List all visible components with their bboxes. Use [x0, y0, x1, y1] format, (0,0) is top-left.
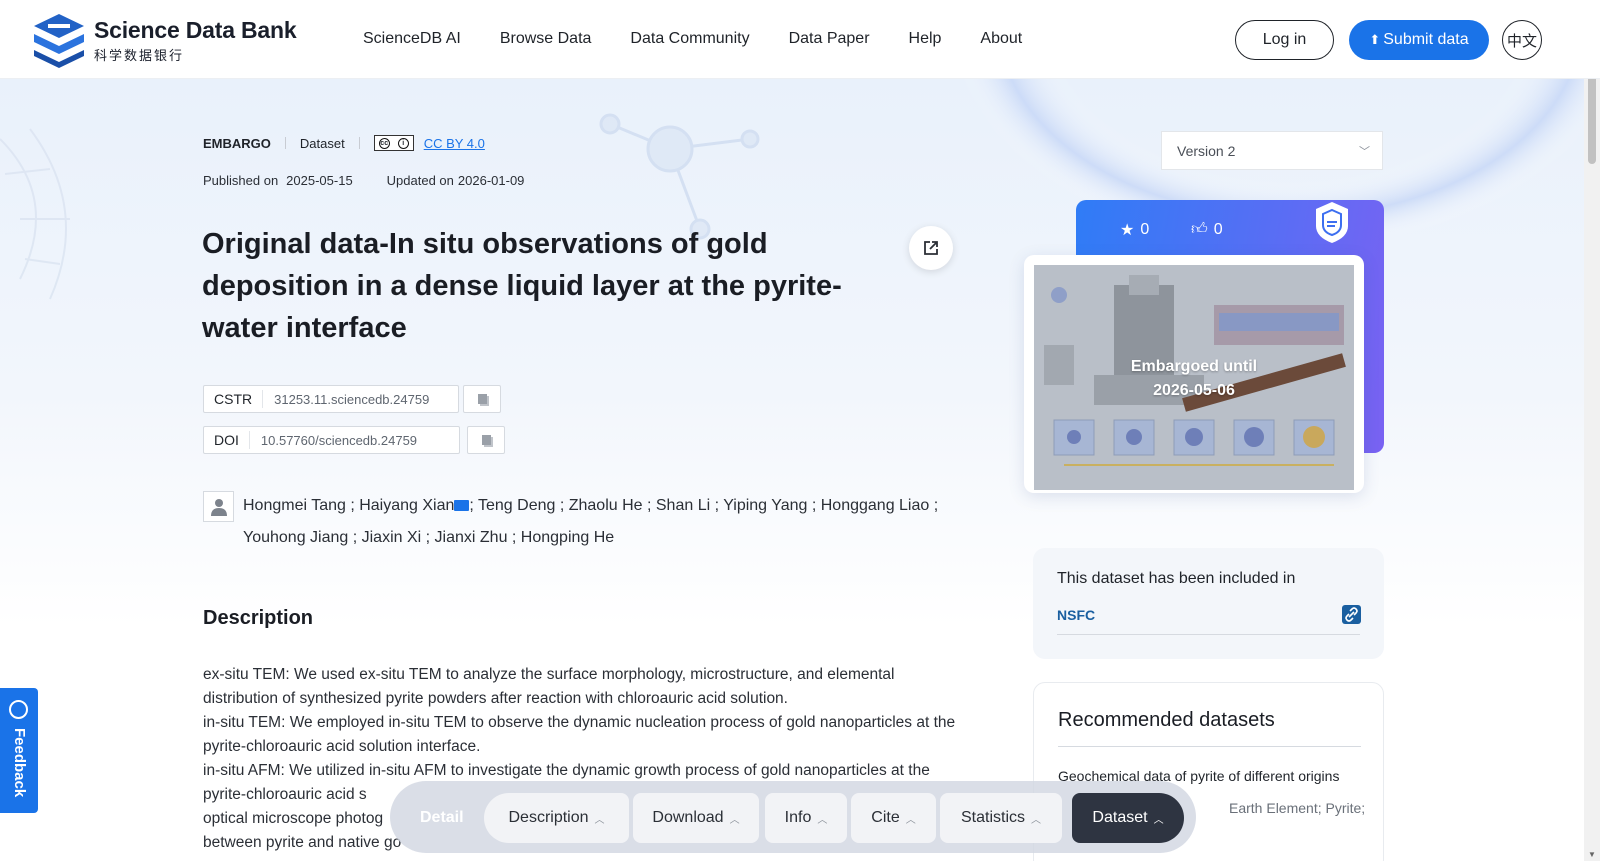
embargo-date: 2026-05-06: [1153, 382, 1235, 399]
chevron-up-icon: ︿: [729, 814, 740, 826]
submit-data-button[interactable]: ⬆ Submit data: [1349, 20, 1489, 60]
star-value: 0: [1140, 221, 1150, 238]
included-in-card: This dataset has been included in NSFC: [1033, 548, 1384, 659]
description-heading: Description: [203, 607, 314, 629]
tab-download[interactable]: Download ︿: [633, 793, 759, 843]
tab-label: Statistics: [960, 809, 1025, 826]
tab-statistics[interactable]: Statistics ︿: [940, 793, 1062, 843]
tab-label: Dataset: [1092, 809, 1148, 826]
published-date: 2025-05-15: [286, 173, 353, 188]
tab-cite[interactable]: Cite ︿: [851, 793, 936, 843]
dataset-type: Dataset: [299, 135, 345, 151]
submit-data-label: Submit data: [1383, 31, 1469, 48]
recommended-keywords: Earth Element; Pyrite;: [1229, 800, 1366, 816]
cstr-field: CSTR 31253.11.sciencedb.24759: [203, 385, 459, 413]
authors-text: Hongmei Tang ; Haiyang Xian; Teng Deng ;…: [243, 490, 963, 554]
nav-help[interactable]: Help: [909, 30, 942, 48]
section-nav-bar: Detail Description ︿ Download ︿ Info ︿ Cite…: [390, 781, 1196, 853]
site-logo[interactable]: Science Data Bank 科学数据银行: [30, 12, 297, 68]
authors-primary[interactable]: Hongmei Tang ; Haiyang Xian: [243, 497, 454, 514]
copy-cstr-button[interactable]: [463, 385, 501, 413]
published-label: Published on: [203, 173, 279, 188]
site-header: Science Data Bank 科学数据银行 ScienceDB AI Br…: [0, 0, 1600, 79]
star-count[interactable]: ★ 0: [1120, 220, 1149, 240]
embargo-label: Embargoed until: [1130, 358, 1258, 375]
thumbs-up-icon: 👍︎: [1191, 221, 1208, 238]
embargo-notice: Embargoed until 2026-05-06: [1034, 355, 1354, 403]
page-title: Original data-In situ observations of go…: [202, 228, 842, 344]
nav-data-paper[interactable]: Data Paper: [789, 30, 870, 48]
tab-description[interactable]: Description ︿: [484, 793, 629, 843]
cstr-value[interactable]: 31253.11.sciencedb.24759: [263, 392, 440, 407]
tab-label: Download: [652, 809, 724, 826]
tab-label: Info: [784, 809, 812, 826]
updated-date: 2026-01-09: [457, 173, 525, 188]
tab-label: Description: [508, 809, 589, 826]
logo-subtitle: 科学数据银行: [94, 47, 185, 63]
divider: [284, 137, 286, 149]
chevron-up-icon: ︿: [817, 814, 828, 826]
nav-browse-data[interactable]: Browse Data: [500, 30, 592, 48]
upload-icon: ⬆: [1369, 32, 1381, 47]
tab-dataset[interactable]: Dataset ︿: [1072, 793, 1184, 843]
divider: [358, 137, 360, 149]
recommended-title: Recommended datasets: [1058, 709, 1275, 731]
share-button[interactable]: [909, 226, 953, 270]
certified-shield-icon: [1316, 202, 1348, 243]
chevron-up-icon: ︿: [594, 814, 605, 826]
version-value: Version 2: [1177, 142, 1236, 159]
doi-field: DOI 10.57760/sciencedb.24759: [203, 426, 460, 454]
feedback-tab[interactable]: Feedback: [0, 688, 38, 813]
divider: [1058, 746, 1361, 747]
description-line: in-situ TEM: We employed in-situ TEM to …: [203, 714, 956, 755]
updated-label: Updated on: [386, 173, 454, 188]
language-toggle[interactable]: 中文: [1502, 20, 1542, 60]
chevron-up-icon: ︿: [1031, 814, 1041, 826]
star-icon: ★: [1120, 222, 1135, 239]
nav-data-community[interactable]: Data Community: [630, 30, 749, 48]
like-value: 0: [1213, 220, 1223, 238]
dataset-dates: Published on 2025-05-15 Updated on 2026-…: [203, 173, 524, 188]
dataset-cover-image: Embargoed until 2026-05-06: [1034, 265, 1354, 490]
included-title: This dataset has been included in: [1057, 570, 1296, 587]
status-badge: EMBARGO: [203, 135, 271, 151]
dataset-cover-card[interactable]: Embargoed until 2026-05-06: [1024, 255, 1364, 493]
chevron-down-icon: ﹀: [1359, 146, 1370, 158]
link-icon[interactable]: [1342, 605, 1361, 624]
like-count[interactable]: 👍︎ 0: [1191, 220, 1223, 239]
nav-about[interactable]: About: [980, 30, 1022, 48]
included-collection-link[interactable]: NSFC: [1057, 607, 1095, 623]
license-link[interactable]: CC BY 4.0: [424, 136, 485, 151]
description-line: ex-situ TEM: We used ex-situ TEM to anal…: [203, 666, 895, 707]
copy-icon: [477, 394, 487, 404]
page-scrollbar[interactable]: ▲ ▼: [1584, 0, 1600, 861]
version-select[interactable]: Version 2 ﹀: [1161, 131, 1383, 170]
logo-icon: [34, 14, 84, 68]
main-nav: ScienceDB AI Browse Data Data Community …: [363, 30, 1061, 48]
feedback-icon: [9, 700, 28, 719]
login-button[interactable]: Log in: [1235, 20, 1334, 60]
nav-sciencedb-ai[interactable]: ScienceDB AI: [363, 30, 461, 48]
copy-icon: [481, 435, 491, 445]
email-icon[interactable]: [454, 500, 470, 511]
divider: [1057, 634, 1360, 635]
scroll-down-icon[interactable]: ▼: [1588, 850, 1596, 859]
cstr-label: CSTR: [204, 390, 264, 408]
chevron-up-icon: ︿: [1153, 814, 1164, 826]
author-list: Hongmei Tang ; Haiyang Xian; Teng Deng ;…: [203, 491, 963, 554]
detail-label: Detail: [420, 809, 464, 826]
tab-info[interactable]: Info ︿: [765, 793, 847, 843]
logo-title: Science Data Bank: [94, 16, 297, 43]
dataset-meta: EMBARGO Dataset cc i CC BY 4.0: [203, 135, 485, 151]
chevron-up-icon: ︿: [905, 814, 916, 826]
copy-doi-button[interactable]: [467, 426, 505, 454]
doi-label: DOI: [204, 431, 250, 449]
doi-value[interactable]: 10.57760/sciencedb.24759: [250, 433, 428, 448]
cc-license-icon: cc i: [373, 135, 414, 151]
external-link-icon: [924, 241, 938, 255]
feedback-label: Feedback: [11, 728, 28, 798]
tab-label: Cite: [871, 809, 900, 826]
author-avatar-icon: [203, 491, 234, 522]
